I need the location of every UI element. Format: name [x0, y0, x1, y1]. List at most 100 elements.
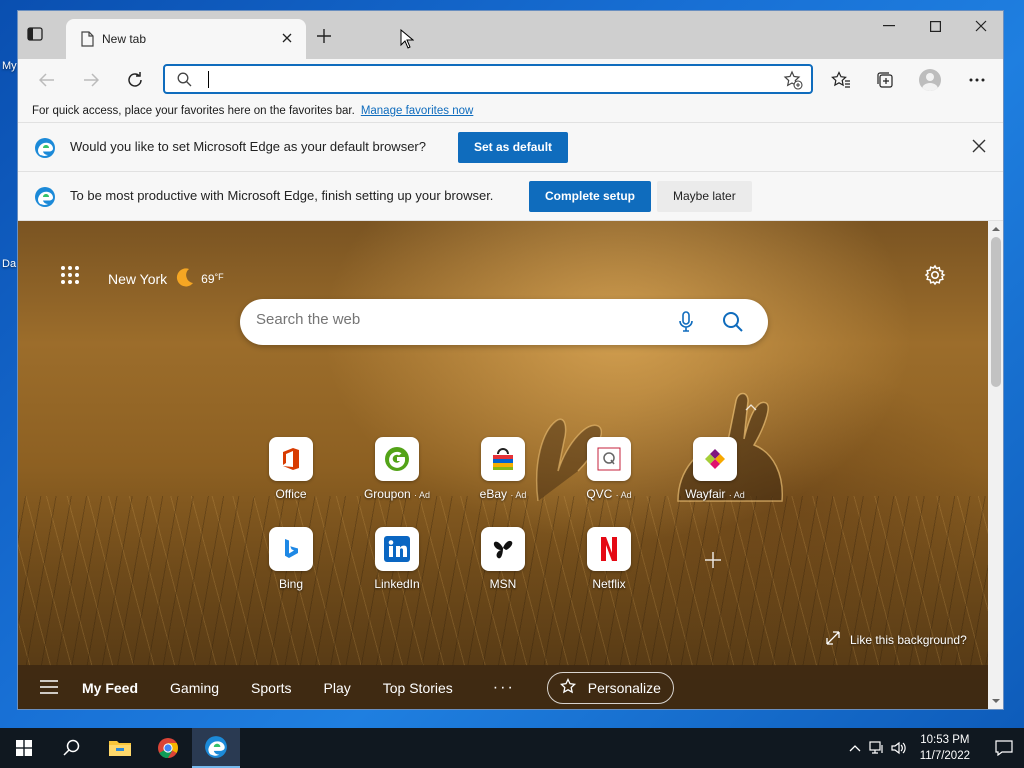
new-tab-page: New York 69°F Office	[18, 221, 988, 709]
start-button[interactable]	[0, 728, 48, 768]
notifications-icon[interactable]	[984, 728, 1024, 768]
maybe-later-button[interactable]: Maybe later	[657, 181, 752, 212]
tile-label: QVC	[586, 487, 613, 501]
tile-label: Groupon	[363, 487, 411, 501]
file-explorer-icon[interactable]	[96, 728, 144, 768]
close-window-button[interactable]	[958, 11, 1003, 41]
address-input[interactable]	[213, 69, 773, 91]
like-background-link[interactable]: Like this background?	[826, 631, 967, 648]
weather-unit: °F	[214, 271, 224, 282]
collections-icon[interactable]	[872, 67, 898, 93]
default-browser-message: Would you like to set Microsoft Edge as …	[70, 139, 426, 154]
chevron-up-icon[interactable]	[745, 403, 757, 411]
favorites-bar: For quick access, place your favorites h…	[18, 101, 1003, 123]
quick-link-office[interactable]: Office	[251, 437, 331, 501]
address-bar[interactable]	[163, 64, 813, 94]
edge-logo-icon	[34, 137, 56, 162]
search-submit-icon[interactable]	[722, 311, 744, 336]
toolbar	[18, 59, 1003, 101]
ad-badge: · Ad	[510, 490, 527, 500]
complete-setup-button[interactable]: Complete setup	[529, 181, 652, 212]
tile-label: Wayfair	[685, 487, 726, 501]
quick-link-linkedin[interactable]: LinkedIn	[357, 527, 437, 591]
forward-button[interactable]	[78, 67, 104, 93]
quick-link-wayfair[interactable]: Wayfair · Ad	[675, 437, 755, 501]
edge-taskbar-icon[interactable]	[192, 728, 240, 768]
taskbar-search-icon[interactable]	[48, 728, 96, 768]
ebay-bag-icon	[481, 437, 525, 481]
groupon-icon	[375, 437, 419, 481]
tab-title: New tab	[102, 32, 147, 46]
ad-badge: · Ad	[414, 490, 431, 500]
sparkle-star-icon	[559, 677, 578, 699]
maximize-button[interactable]	[912, 11, 958, 41]
personalize-button[interactable]: Personalize	[546, 672, 674, 704]
app-launcher-icon[interactable]	[60, 265, 80, 288]
wayfair-icon	[693, 437, 737, 481]
search-icon	[177, 72, 192, 90]
favorites-bar-text: For quick access, place your favorites h…	[32, 105, 355, 117]
title-bar: New tab	[18, 11, 1003, 59]
feed-tab-play[interactable]: Play	[324, 680, 351, 696]
profile-avatar[interactable]	[917, 67, 943, 93]
add-quick-link-icon[interactable]	[704, 551, 728, 575]
feed-tab-sports[interactable]: Sports	[251, 680, 291, 696]
browser-window: New tab For quick access, place your fav…	[17, 10, 1004, 710]
voice-search-icon[interactable]	[678, 311, 694, 336]
feed-tab-top-stories[interactable]: Top Stories	[383, 680, 453, 696]
linkedin-icon	[375, 527, 419, 571]
minimize-button[interactable]	[866, 11, 912, 41]
taskbar: 10:53 PM 11/7/2022	[0, 728, 1024, 768]
feed-more-button[interactable]: ···	[493, 679, 515, 697]
quick-link-ebay[interactable]: eBay · Ad	[463, 437, 543, 501]
manage-favorites-link[interactable]: Manage favorites now	[361, 105, 474, 117]
show-hidden-icons-chevron-icon[interactable]	[844, 728, 866, 768]
feed-nav-bar: My Feed Gaming Sports Play Top Stories ·…	[18, 665, 988, 709]
bing-icon	[269, 527, 313, 571]
quick-link-qvc[interactable]: QVC · Ad	[569, 437, 649, 501]
quick-link-msn[interactable]: MSN	[463, 527, 543, 591]
quick-link-netflix[interactable]: Netflix	[569, 527, 649, 591]
set-as-default-button[interactable]: Set as default	[458, 132, 569, 163]
tile-label: Netflix	[592, 577, 626, 591]
favorites-icon[interactable]	[828, 67, 854, 93]
setup-infobar: To be most productive with Microsoft Edg…	[18, 172, 1003, 221]
page-settings-gear-icon[interactable]	[924, 264, 946, 289]
qvc-icon	[587, 437, 631, 481]
clock[interactable]: 10:53 PM 11/7/2022	[920, 732, 970, 764]
close-infobar-icon[interactable]	[972, 139, 986, 156]
tab-new-tab[interactable]: New tab	[66, 19, 306, 59]
network-icon[interactable]	[866, 728, 888, 768]
weather-temperature: 69	[201, 271, 215, 286]
expand-icon	[826, 631, 840, 648]
netflix-icon	[587, 527, 631, 571]
system-tray: 10:53 PM 11/7/2022	[844, 728, 1024, 768]
add-favorite-icon[interactable]	[783, 70, 803, 93]
weather-widget[interactable]: New York 69°F	[108, 266, 224, 291]
page-icon	[80, 31, 94, 50]
scroll-up-arrow-icon[interactable]	[992, 225, 1000, 233]
feed-menu-icon[interactable]	[40, 679, 58, 697]
quick-link-groupon[interactable]: Groupon · Ad	[357, 437, 437, 501]
close-tab-icon[interactable]	[278, 29, 296, 47]
refresh-button[interactable]	[122, 67, 148, 93]
tile-label: LinkedIn	[374, 577, 420, 591]
chrome-icon[interactable]	[144, 728, 192, 768]
tab-actions-icon[interactable]	[26, 25, 44, 43]
back-button[interactable]	[34, 67, 60, 93]
new-tab-button[interactable]	[314, 26, 334, 46]
scrollbar-thumb[interactable]	[991, 237, 1001, 387]
desktop-icon-label: Da	[2, 258, 17, 270]
ad-badge: · Ad	[615, 490, 632, 500]
office-icon	[269, 437, 313, 481]
volume-icon[interactable]	[888, 728, 910, 768]
feed-tab-my-feed[interactable]: My Feed	[82, 680, 138, 696]
scroll-down-arrow-icon[interactable]	[992, 697, 1000, 705]
quick-link-bing[interactable]: Bing	[251, 527, 331, 591]
settings-more-icon[interactable]	[964, 67, 990, 93]
web-search-input[interactable]	[256, 311, 656, 328]
clock-time: 10:53 PM	[920, 734, 970, 746]
web-search-box[interactable]	[240, 299, 768, 345]
page-scrollbar[interactable]	[988, 221, 1003, 709]
feed-tab-gaming[interactable]: Gaming	[170, 680, 219, 696]
